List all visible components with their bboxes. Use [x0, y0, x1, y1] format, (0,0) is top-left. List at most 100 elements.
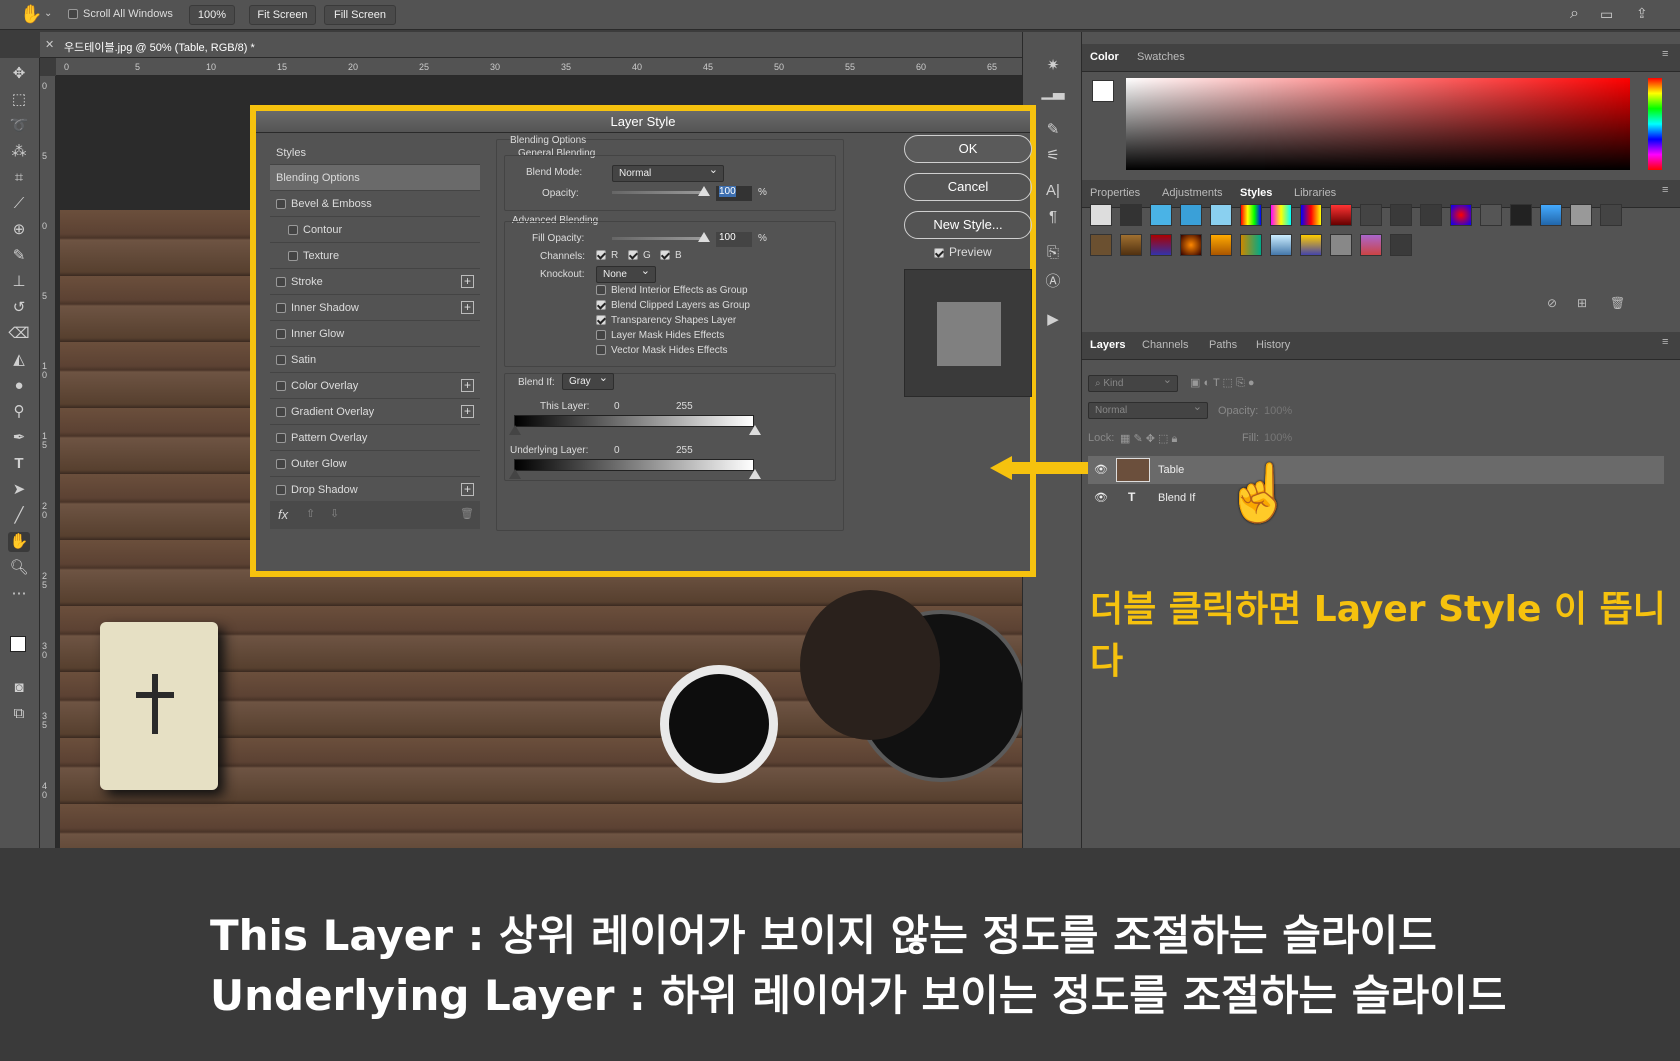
hue-slider[interactable] [1648, 78, 1662, 170]
this-layer-black-handle[interactable] [509, 425, 521, 435]
fill-screen-button[interactable]: Fill Screen [324, 5, 396, 25]
style-item[interactable]: Texture [270, 243, 480, 269]
clone-stamp-icon[interactable]: ⊥ [8, 272, 30, 292]
opacity-slider[interactable] [612, 191, 702, 194]
style-checkbox[interactable] [288, 225, 298, 236]
style-preset-swatch[interactable] [1210, 234, 1232, 256]
layer-opacity-value[interactable]: 100% [1264, 405, 1292, 417]
eyedropper-icon[interactable]: ⟋ [8, 194, 30, 214]
clear-style-icon[interactable]: ⊘ [1547, 296, 1557, 310]
style-item[interactable]: Contour [270, 217, 480, 243]
style-item[interactable]: Outer Glow [270, 451, 480, 477]
style-preset-swatch[interactable] [1420, 204, 1442, 226]
style-checkbox[interactable] [276, 329, 286, 340]
style-item[interactable]: Gradient Overlay + [270, 399, 480, 425]
fx-button[interactable]: fx [278, 507, 288, 522]
marquee-tool-icon[interactable]: ⬚ [8, 90, 30, 110]
panel-menu-icon[interactable]: ≡ [1662, 48, 1668, 60]
tab-styles[interactable]: Styles [1240, 187, 1272, 199]
style-preset-swatch[interactable] [1330, 234, 1352, 256]
style-preset-swatch[interactable] [1300, 204, 1322, 226]
search-icon[interactable]: ⌕ [1570, 5, 1579, 23]
healing-brush-icon[interactable]: ⊕ [8, 220, 30, 240]
chevron-down-icon[interactable]: ⌄ [44, 8, 52, 19]
eye-icon[interactable]: 👁︎ [1094, 463, 1108, 476]
style-preset-swatch[interactable] [1390, 234, 1412, 256]
style-preset-swatch[interactable] [1150, 234, 1172, 256]
ok-button[interactable]: OK [904, 135, 1032, 163]
tab-swatches[interactable]: Swatches [1137, 51, 1185, 63]
tab-history[interactable]: History [1256, 339, 1290, 351]
style-item[interactable]: Inner Shadow + [270, 295, 480, 321]
foreground-color-swatch[interactable] [10, 636, 26, 652]
brushes-icon[interactable]: ✎ [1041, 120, 1065, 138]
style-preset-swatch[interactable] [1210, 204, 1232, 226]
glyphs-icon[interactable]: ⎘ [1041, 244, 1065, 261]
path-selection-icon[interactable]: ➤ [8, 480, 30, 500]
style-preset-swatch[interactable] [1390, 204, 1412, 226]
advanced-option-checkbox[interactable]: Vector Mask Hides Effects [596, 345, 728, 356]
panel-menu-icon[interactable]: ≡ [1662, 184, 1668, 196]
tab-properties[interactable]: Properties [1090, 187, 1140, 199]
this-layer-gradient[interactable] [514, 415, 754, 427]
trash-icon[interactable]: 🗑︎ [1610, 296, 1625, 310]
style-preset-swatch[interactable] [1510, 204, 1532, 226]
style-item[interactable]: Blending Options [270, 165, 480, 191]
channel-b-checkbox[interactable]: B [660, 250, 682, 261]
advanced-option-checkbox[interactable]: Layer Mask Hides Effects [596, 330, 724, 341]
style-checkbox[interactable] [276, 433, 286, 444]
channel-g-checkbox[interactable]: G [628, 250, 651, 261]
underlying-white-handle[interactable] [749, 469, 761, 479]
blur-tool-icon[interactable]: ● [8, 376, 30, 396]
dodge-tool-icon[interactable]: ⚲ [8, 402, 30, 422]
trash-icon[interactable]: 🗑︎ [460, 507, 474, 520]
brush-tool-icon[interactable]: ✎ [8, 246, 30, 266]
document-tab-title[interactable]: 우드테이블.jpg @ 50% (Table, RGB/8) * [64, 39, 255, 55]
style-preset-swatch[interactable] [1540, 204, 1562, 226]
style-checkbox[interactable] [276, 381, 286, 392]
tab-libraries[interactable]: Libraries [1294, 187, 1336, 199]
style-preset-swatch[interactable] [1150, 204, 1172, 226]
panel-menu-icon[interactable]: ≡ [1662, 336, 1668, 348]
style-item[interactable]: Pattern Overlay [270, 425, 480, 451]
style-item[interactable]: Satin [270, 347, 480, 373]
style-preset-swatch[interactable] [1120, 204, 1142, 226]
magic-wand-icon[interactable]: ⁂ [8, 142, 30, 162]
share-icon[interactable]: ⇪ [1636, 5, 1648, 22]
zoom-100-button[interactable]: 100% [189, 5, 235, 25]
fill-opacity-slider[interactable] [612, 237, 702, 240]
blend-mode-dropdown[interactable]: Normal [1088, 400, 1208, 419]
style-preset-swatch[interactable] [1360, 234, 1382, 256]
style-preset-swatch[interactable] [1180, 204, 1202, 226]
color-picker-field[interactable] [1126, 78, 1630, 170]
style-checkbox[interactable] [276, 407, 286, 418]
move-up-icon[interactable]: ⇧ [306, 507, 315, 520]
screen-mode-icon[interactable]: ⧉ [8, 704, 30, 724]
style-item[interactable]: Drop Shadow + [270, 477, 480, 503]
knockout-select[interactable]: None [596, 264, 656, 283]
tab-layers[interactable]: Layers [1090, 339, 1125, 351]
tab-color[interactable]: Color [1090, 51, 1119, 63]
move-down-icon[interactable]: ⇩ [330, 507, 339, 520]
move-tool-icon[interactable]: ✥ [8, 64, 30, 84]
character-styles-icon[interactable]: Ⓐ [1041, 270, 1065, 291]
brush-settings-icon[interactable]: ⚟ [1041, 146, 1065, 164]
lock-icons[interactable]: ▦ ✎ ✥ ⬚ 🔒︎ [1120, 432, 1177, 446]
style-item[interactable]: Bevel & Emboss [270, 191, 480, 217]
character-icon[interactable]: A| [1041, 182, 1065, 199]
style-checkbox[interactable] [276, 303, 286, 314]
this-layer-white-handle[interactable] [749, 425, 761, 435]
workspace-icon[interactable]: ▭ [1600, 6, 1613, 23]
style-preset-swatch[interactable] [1240, 204, 1262, 226]
more-tools-icon[interactable]: ⋯ [8, 584, 30, 604]
style-checkbox[interactable] [288, 251, 298, 262]
style-preset-swatch[interactable] [1450, 204, 1472, 226]
layer-row-table[interactable]: 👁︎ Table [1088, 456, 1664, 484]
underlying-black-handle[interactable] [509, 469, 521, 479]
history-brush-icon[interactable]: ↺ [8, 298, 30, 318]
filter-kind-dropdown[interactable]: ⌕ Kind [1088, 373, 1178, 392]
blend-mode-select[interactable]: Normal [612, 163, 724, 182]
zoom-tool-icon[interactable]: 🔍︎ [8, 558, 30, 578]
new-style-icon[interactable]: ⊞ [1577, 296, 1587, 310]
tab-paths[interactable]: Paths [1209, 339, 1237, 351]
